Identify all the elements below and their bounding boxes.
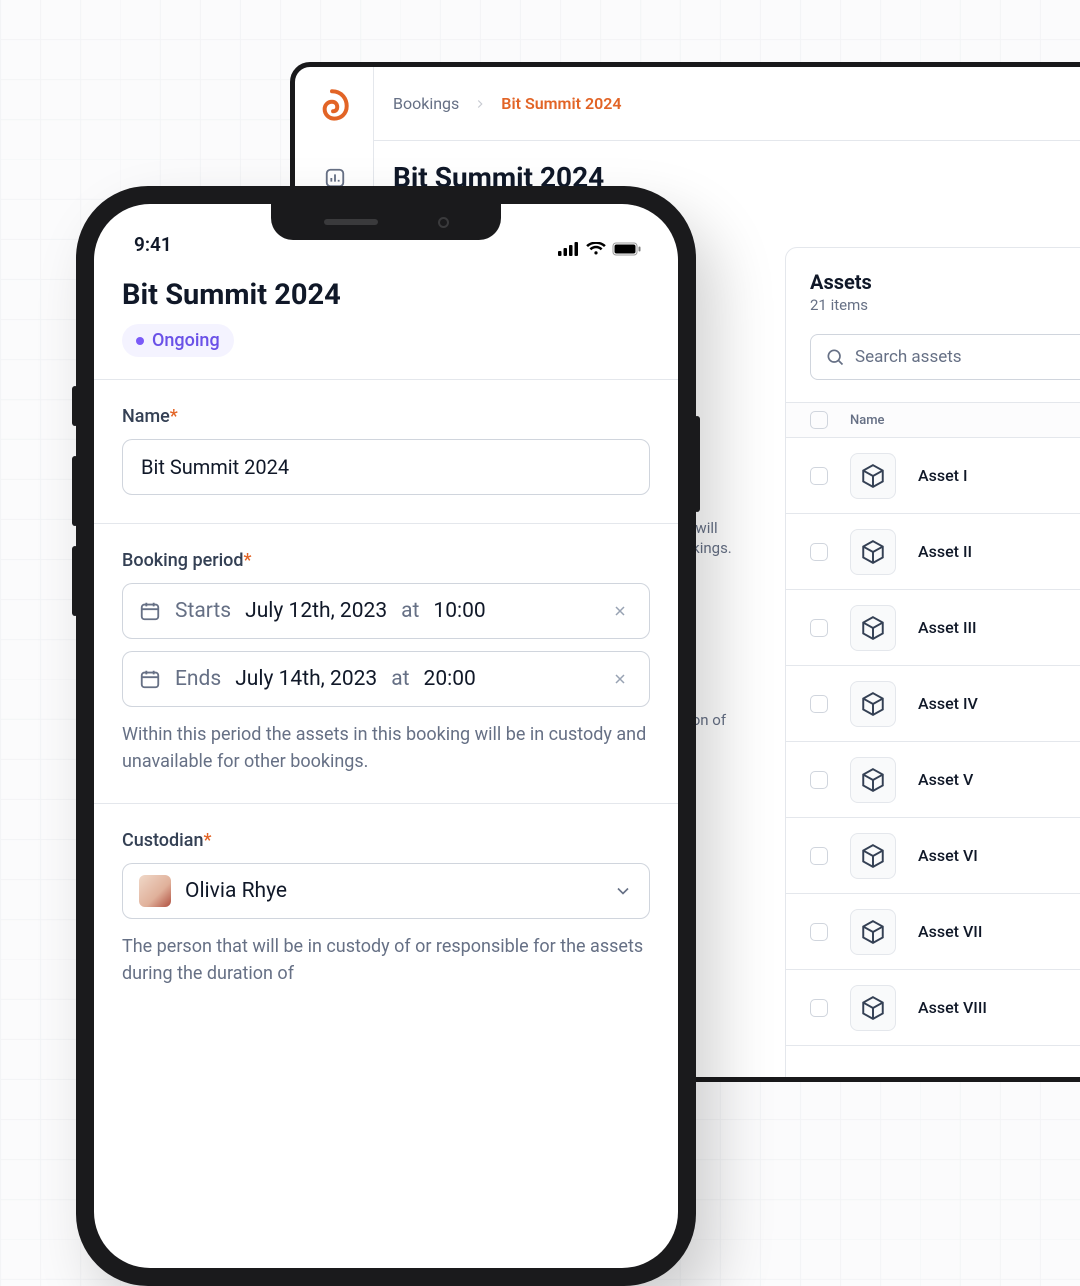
assets-count: 21 items xyxy=(810,296,1080,314)
asset-thumb xyxy=(850,605,896,651)
custodian-select[interactable]: Olivia Rhye xyxy=(122,863,650,919)
cube-icon xyxy=(860,767,886,793)
asset-row[interactable]: Asset III xyxy=(786,590,1080,666)
breadcrumb-current: Bit Summit 2024 xyxy=(501,94,621,113)
avatar xyxy=(139,875,171,907)
asset-name: Asset III xyxy=(918,618,977,637)
asset-thumb xyxy=(850,529,896,575)
breadcrumb: Bookings Bit Summit 2024 xyxy=(373,67,1080,141)
cube-icon xyxy=(860,843,886,869)
asset-thumb xyxy=(850,757,896,803)
assets-search-input[interactable]: Search assets xyxy=(810,334,1080,380)
asset-row[interactable]: Asset I xyxy=(786,438,1080,514)
asset-checkbox[interactable] xyxy=(810,619,828,637)
asset-row[interactable]: Asset IV xyxy=(786,666,1080,742)
chevron-down-icon xyxy=(613,881,633,901)
asset-row[interactable]: Asset VI xyxy=(786,818,1080,894)
page-title: Bit Summit 2024 xyxy=(122,278,650,312)
name-input[interactable] xyxy=(122,439,650,495)
status-dot-icon xyxy=(136,337,144,345)
asset-name: Asset V xyxy=(918,770,973,789)
status-icons xyxy=(558,242,642,256)
asset-name: Asset I xyxy=(918,466,967,485)
cube-icon xyxy=(860,463,886,489)
select-all-checkbox[interactable] xyxy=(810,411,828,429)
end-date-input[interactable]: Ends July 14th, 2023 at 20:00 xyxy=(122,651,650,707)
custodian-label: Custodian* xyxy=(122,830,650,851)
asset-checkbox[interactable] xyxy=(810,543,828,561)
asset-thumb xyxy=(850,681,896,727)
asset-name: Asset II xyxy=(918,542,972,561)
asset-thumb xyxy=(850,985,896,1031)
column-name: Name xyxy=(850,413,885,428)
start-date-input[interactable]: Starts July 12th, 2023 at 10:00 xyxy=(122,583,650,639)
custodian-help-text: The person that will be in custody of or… xyxy=(122,933,650,987)
asset-row[interactable]: Asset VII xyxy=(786,894,1080,970)
phone-frame: 9:41 Bit Summit 2024 Ongoing Name* Book xyxy=(76,186,696,1286)
asset-thumb xyxy=(850,453,896,499)
cube-icon xyxy=(860,615,886,641)
battery-icon xyxy=(612,242,642,256)
period-help-text: Within this period the assets in this bo… xyxy=(122,721,650,775)
asset-name: Asset VI xyxy=(918,846,978,865)
cube-icon xyxy=(860,539,886,565)
close-icon xyxy=(612,603,628,619)
cube-icon xyxy=(860,995,886,1021)
asset-name: Asset VII xyxy=(918,922,982,941)
asset-checkbox[interactable] xyxy=(810,695,828,713)
signal-icon xyxy=(558,242,580,256)
asset-row[interactable]: Asset V xyxy=(786,742,1080,818)
assets-heading: Assets xyxy=(810,270,1080,294)
asset-name: Asset VIII xyxy=(918,998,987,1017)
period-label: Booking period* xyxy=(122,550,650,571)
close-icon xyxy=(612,671,628,687)
asset-checkbox[interactable] xyxy=(810,923,828,941)
cube-icon xyxy=(860,691,886,717)
cube-icon xyxy=(860,919,886,945)
asset-checkbox[interactable] xyxy=(810,999,828,1017)
assets-panel: Assets 21 items Search assets Name Asset… xyxy=(785,247,1080,1082)
asset-checkbox[interactable] xyxy=(810,467,828,485)
calendar-icon xyxy=(139,600,161,622)
clear-start-button[interactable] xyxy=(607,598,633,624)
search-placeholder: Search assets xyxy=(855,347,962,367)
asset-row[interactable]: Asset VIII xyxy=(786,970,1080,1046)
status-time: 9:41 xyxy=(134,233,172,256)
search-icon xyxy=(825,347,845,367)
asset-checkbox[interactable] xyxy=(810,771,828,789)
name-label: Name* xyxy=(122,406,650,427)
asset-row[interactable]: Asset II xyxy=(786,514,1080,590)
asset-name: Asset IV xyxy=(918,694,978,713)
asset-thumb xyxy=(850,909,896,955)
calendar-icon xyxy=(139,668,161,690)
asset-thumb xyxy=(850,833,896,879)
status-badge: Ongoing xyxy=(122,324,234,357)
breadcrumb-parent[interactable]: Bookings xyxy=(393,94,459,113)
wifi-icon xyxy=(586,242,606,256)
chevron-right-icon xyxy=(473,97,487,111)
asset-checkbox[interactable] xyxy=(810,847,828,865)
app-logo-icon xyxy=(311,85,353,127)
clear-end-button[interactable] xyxy=(607,666,633,692)
